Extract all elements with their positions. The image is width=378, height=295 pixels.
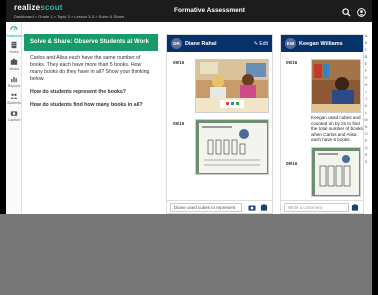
media-attach-icon[interactable] xyxy=(351,204,359,211)
rail-label: Dashboard xyxy=(6,33,24,38)
account-icon[interactable] xyxy=(357,4,366,22)
alphabet-letter[interactable]: S xyxy=(362,158,370,165)
task-description: Carlos and Alisa each have the same numb… xyxy=(30,55,150,82)
alphabet-letter[interactable]: I xyxy=(362,88,370,95)
rail-label: Notes xyxy=(9,49,19,54)
top-icons xyxy=(342,4,366,22)
rail-item-notes[interactable]: Notes xyxy=(6,41,22,54)
observation-date: 09/16 xyxy=(286,60,298,65)
rail-item-reports[interactable]: Reports xyxy=(6,75,22,88)
comment-bar: Diane used cubes to represent xyxy=(167,200,272,213)
alphabet-letter[interactable]: K xyxy=(362,102,370,109)
alphabet-letter[interactable]: A xyxy=(362,32,370,39)
media-icon xyxy=(10,58,18,65)
rail-item-capture[interactable]: Capture xyxy=(6,109,22,122)
alphabet-letter[interactable]: G xyxy=(362,74,370,81)
rail-item-students[interactable]: Students xyxy=(6,92,22,105)
rail-label: Media xyxy=(9,66,19,71)
search-icon[interactable] xyxy=(342,4,351,22)
avatar: DR xyxy=(171,38,182,49)
alphabet-letter[interactable]: R xyxy=(362,151,370,158)
comment-bar: Write a comment xyxy=(281,200,363,213)
task-prompt-header: Solve & Share: Observe Students at Work xyxy=(24,34,158,51)
left-navigation: Dashboard Notes Media Reports Students C… xyxy=(6,22,24,229)
breadcrumb[interactable]: Dashboard > Grade 1 > Topic 3 > Lesson 3… xyxy=(14,14,124,19)
rail-item-dashboard[interactable]: Dashboard xyxy=(6,25,24,38)
alphabet-letter[interactable]: C xyxy=(362,46,370,53)
avatar: KW xyxy=(285,38,296,49)
alphabet-letter[interactable]: E xyxy=(362,60,370,67)
rail-label: Students xyxy=(6,100,22,105)
alphabet-letter[interactable]: D xyxy=(362,53,370,60)
alphabet-letter[interactable]: N xyxy=(362,123,370,130)
alphabet-letter[interactable]: B xyxy=(362,39,370,46)
classroom-photo xyxy=(196,60,268,112)
alphabet-letter[interactable]: P xyxy=(362,137,370,144)
top-bar: realizescout Dashboard > Grade 1 > Topic… xyxy=(6,0,372,22)
task-prompt-body: Carlos and Alisa each have the same numb… xyxy=(24,51,158,119)
task-prompt-panel: Solve & Share: Observe Students at Work … xyxy=(24,34,158,214)
rail-item-media[interactable]: Media xyxy=(6,58,22,71)
alphabet-letter[interactable]: M xyxy=(362,116,370,123)
bottom-overlay xyxy=(0,214,378,295)
comment-input[interactable]: Write a comment xyxy=(284,203,349,212)
observation-date: 09/16 xyxy=(173,121,185,126)
brand-name-part1: realize xyxy=(14,3,41,12)
observation-photo[interactable] xyxy=(195,59,269,113)
observation-note: Keegan used cubes and counted on by 2s t… xyxy=(311,115,363,143)
notes-icon xyxy=(11,41,17,49)
alphabet-index: ABCDEFGHIJKLMNOPQRS xyxy=(362,32,370,165)
rail-label: Capture xyxy=(7,117,21,122)
media-attach-icon[interactable] xyxy=(260,204,268,211)
student-card-header: DR Diane Rahal ✎ Edit xyxy=(167,35,272,52)
student-card-header: KW Keegan Williams xyxy=(281,35,363,52)
alphabet-letter[interactable]: L xyxy=(362,109,370,116)
guiding-question-2: How do students find how many books in a… xyxy=(30,102,143,108)
worksheet-photo[interactable] xyxy=(311,147,361,197)
reports-icon xyxy=(11,77,17,83)
alphabet-letter[interactable]: Q xyxy=(362,144,370,151)
page-title: Formative Assessment xyxy=(174,7,245,14)
camera-icon xyxy=(10,111,18,116)
observation-date: 09/16 xyxy=(286,161,298,166)
camera-icon[interactable] xyxy=(248,204,256,211)
dashboard-icon xyxy=(10,26,18,31)
rail-label: Reports xyxy=(7,83,21,88)
student-name[interactable]: Diane Rahal xyxy=(185,41,216,47)
student-worksheet xyxy=(196,120,268,174)
tablet-screen: realizescout Dashboard > Grade 1 > Topic… xyxy=(0,0,378,295)
student-card-diane: DR Diane Rahal ✎ Edit 09/16 09/16 Diane … xyxy=(166,34,273,214)
worksheet-photo[interactable] xyxy=(195,119,269,175)
guiding-question-1: How do students represent the books? xyxy=(30,89,126,95)
edit-button[interactable]: ✎ Edit xyxy=(254,41,268,47)
students-icon xyxy=(10,93,18,99)
brand-name-part2: scout xyxy=(40,3,63,12)
student-name[interactable]: Keegan Williams xyxy=(299,41,343,47)
observation-date: 09/16 xyxy=(173,60,185,65)
brand-logo[interactable]: realizescout xyxy=(14,3,63,12)
student-worksheet xyxy=(312,148,360,196)
alphabet-letter[interactable]: H xyxy=(362,81,370,88)
alphabet-letter[interactable]: F xyxy=(362,67,370,74)
student-card-keegan: KW Keegan Williams 09/16 Keegan used cub… xyxy=(280,34,364,214)
classroom-photo xyxy=(312,60,360,112)
alphabet-letter[interactable]: O xyxy=(362,130,370,137)
comment-input[interactable]: Diane used cubes to represent xyxy=(170,203,242,212)
observation-photo[interactable] xyxy=(311,59,361,113)
alphabet-letter[interactable]: J xyxy=(362,95,370,102)
